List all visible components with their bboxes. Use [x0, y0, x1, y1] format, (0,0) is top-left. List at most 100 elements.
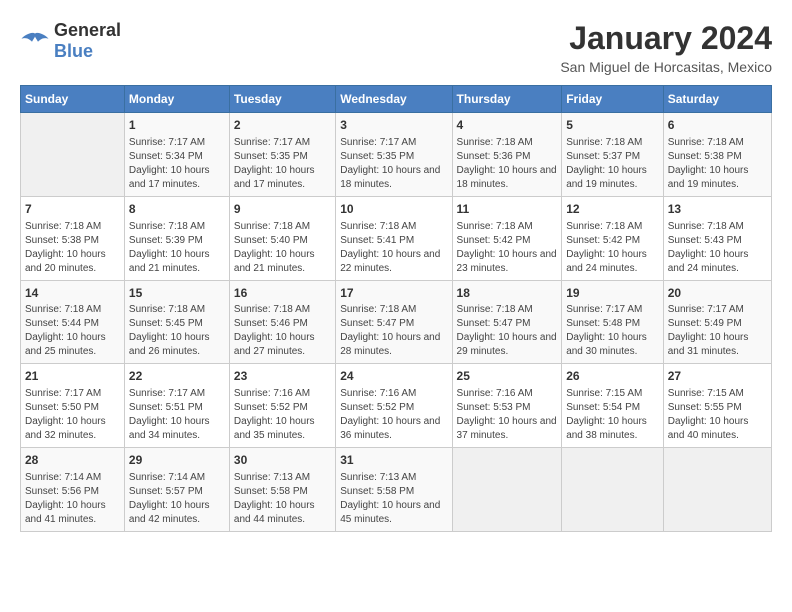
- calendar-cell: [663, 448, 771, 532]
- cell-info: Sunrise: 7:18 AMSunset: 5:38 PMDaylight:…: [668, 136, 767, 192]
- cell-info: Sunrise: 7:14 AMSunset: 5:56 PMDaylight:…: [25, 471, 120, 527]
- day-number: 31: [340, 452, 447, 469]
- cell-info: Sunrise: 7:15 AMSunset: 5:54 PMDaylight:…: [566, 387, 659, 443]
- day-number: 3: [340, 117, 447, 134]
- week-row-1: 1 Sunrise: 7:17 AMSunset: 5:34 PMDaylight…: [21, 113, 772, 197]
- calendar-header-row: SundayMondayTuesdayWednesdayThursdayFrid…: [21, 86, 772, 113]
- calendar-cell: 17Sunrise: 7:18 AMSunset: 5:47 PMDayligh…: [336, 280, 452, 364]
- day-number: 27: [668, 368, 767, 385]
- day-number: 9: [234, 201, 331, 218]
- cell-info: Sunrise: 7:17 AMSunset: 5:48 PMDaylight:…: [566, 303, 659, 359]
- calendar-cell: 13 Sunrise: 7:18 AMSunset: 5:43 PMDayligh…: [663, 196, 771, 280]
- day-header-monday: Monday: [124, 86, 229, 113]
- calendar-cell: 23Sunrise: 7:16 AMSunset: 5:52 PMDayligh…: [229, 364, 335, 448]
- cell-info: Sunrise: 7:17 AMSunset: 5:35 PMDaylight:…: [340, 136, 447, 192]
- cell-info: Sunrise: 7:15 AMSunset: 5:55 PMDaylight:…: [668, 387, 767, 443]
- day-number: 18: [457, 285, 558, 302]
- calendar-cell: 8 Sunrise: 7:18 AMSunset: 5:39 PMDaylight…: [124, 196, 229, 280]
- cell-info: Sunrise: 7:18 AMSunset: 5:43 PMDaylight:…: [668, 220, 767, 276]
- day-header-tuesday: Tuesday: [229, 86, 335, 113]
- week-row-4: 21 Sunrise: 7:17 AMSunset: 5:50 PMDayligh…: [21, 364, 772, 448]
- day-number: 2: [234, 117, 331, 134]
- title-block: January 2024 San Miguel de Horcasitas, M…: [560, 20, 772, 75]
- cell-info: Sunrise: 7:13 AMSunset: 5:58 PMDaylight:…: [234, 471, 331, 527]
- logo-text: General Blue: [54, 20, 121, 62]
- day-number: 28: [25, 452, 120, 469]
- calendar-cell: 6 Sunrise: 7:18 AMSunset: 5:38 PMDaylight…: [663, 113, 771, 197]
- cell-info: Sunrise: 7:16 AMSunset: 5:53 PMDaylight:…: [457, 387, 558, 443]
- location: San Miguel de Horcasitas, Mexico: [560, 59, 772, 75]
- calendar-cell: 20Sunrise: 7:17 AMSunset: 5:49 PMDayligh…: [663, 280, 771, 364]
- day-number: 10: [340, 201, 447, 218]
- calendar-cell: 2Sunrise: 7:17 AMSunset: 5:35 PMDaylight…: [229, 113, 335, 197]
- day-number: 24: [340, 368, 447, 385]
- calendar-cell: [562, 448, 664, 532]
- week-row-3: 14Sunrise: 7:18 AMSunset: 5:44 PMDayligh…: [21, 280, 772, 364]
- day-number: 19: [566, 285, 659, 302]
- day-number: 30: [234, 452, 331, 469]
- calendar-cell: 31 Sunrise: 7:13 AMSunset: 5:58 PMDayligh…: [336, 448, 452, 532]
- cell-info: Sunrise: 7:17 AMSunset: 5:51 PMDaylight:…: [129, 387, 225, 443]
- calendar-cell: 25 Sunrise: 7:16 AMSunset: 5:53 PMDayligh…: [452, 364, 562, 448]
- cell-info: Sunrise: 7:18 AMSunset: 5:40 PMDaylight:…: [234, 220, 331, 276]
- cell-info: Sunrise: 7:18 AMSunset: 5:38 PMDaylight:…: [25, 220, 120, 276]
- cell-info: Sunrise: 7:17 AMSunset: 5:34 PMDaylight:…: [129, 136, 225, 192]
- calendar-cell: 18Sunrise: 7:18 AMSunset: 5:47 PMDayligh…: [452, 280, 562, 364]
- cell-info: Sunrise: 7:18 AMSunset: 5:47 PMDaylight:…: [340, 303, 447, 359]
- calendar-cell: 1 Sunrise: 7:17 AMSunset: 5:34 PMDaylight…: [124, 113, 229, 197]
- cell-info: Sunrise: 7:18 AMSunset: 5:47 PMDaylight:…: [457, 303, 558, 359]
- week-row-5: 28 Sunrise: 7:14 AMSunset: 5:56 PMDayligh…: [21, 448, 772, 532]
- calendar-cell: 7 Sunrise: 7:18 AMSunset: 5:38 PMDaylight…: [21, 196, 125, 280]
- day-number: 13: [668, 201, 767, 218]
- day-header-sunday: Sunday: [21, 86, 125, 113]
- calendar-cell: 10Sunrise: 7:18 AMSunset: 5:41 PMDayligh…: [336, 196, 452, 280]
- day-number: 1: [129, 117, 225, 134]
- day-number: 6: [668, 117, 767, 134]
- day-number: 26: [566, 368, 659, 385]
- cell-info: Sunrise: 7:16 AMSunset: 5:52 PMDaylight:…: [234, 387, 331, 443]
- cell-info: Sunrise: 7:17 AMSunset: 5:50 PMDaylight:…: [25, 387, 120, 443]
- cell-info: Sunrise: 7:14 AMSunset: 5:57 PMDaylight:…: [129, 471, 225, 527]
- calendar-cell: 30 Sunrise: 7:13 AMSunset: 5:58 PMDayligh…: [229, 448, 335, 532]
- cell-info: Sunrise: 7:18 AMSunset: 5:42 PMDaylight:…: [566, 220, 659, 276]
- cell-info: Sunrise: 7:16 AMSunset: 5:52 PMDaylight:…: [340, 387, 447, 443]
- logo-bird-icon: [20, 29, 50, 53]
- day-number: 11: [457, 201, 558, 218]
- day-number: 14: [25, 285, 120, 302]
- calendar-cell: 12 Sunrise: 7:18 AMSunset: 5:42 PMDayligh…: [562, 196, 664, 280]
- calendar-cell: 29 Sunrise: 7:14 AMSunset: 5:57 PMDayligh…: [124, 448, 229, 532]
- calendar-cell: 15Sunrise: 7:18 AMSunset: 5:45 PMDayligh…: [124, 280, 229, 364]
- cell-info: Sunrise: 7:13 AMSunset: 5:58 PMDaylight:…: [340, 471, 447, 527]
- cell-info: Sunrise: 7:18 AMSunset: 5:45 PMDaylight:…: [129, 303, 225, 359]
- day-number: 29: [129, 452, 225, 469]
- day-header-thursday: Thursday: [452, 86, 562, 113]
- cell-info: Sunrise: 7:18 AMSunset: 5:46 PMDaylight:…: [234, 303, 331, 359]
- day-number: 17: [340, 285, 447, 302]
- cell-info: Sunrise: 7:18 AMSunset: 5:42 PMDaylight:…: [457, 220, 558, 276]
- month-title: January 2024: [560, 20, 772, 57]
- calendar-cell: 16Sunrise: 7:18 AMSunset: 5:46 PMDayligh…: [229, 280, 335, 364]
- day-number: 25: [457, 368, 558, 385]
- week-row-2: 7 Sunrise: 7:18 AMSunset: 5:38 PMDaylight…: [21, 196, 772, 280]
- calendar-cell: 19Sunrise: 7:17 AMSunset: 5:48 PMDayligh…: [562, 280, 664, 364]
- day-number: 21: [25, 368, 120, 385]
- day-header-friday: Friday: [562, 86, 664, 113]
- calendar-cell: 22Sunrise: 7:17 AMSunset: 5:51 PMDayligh…: [124, 364, 229, 448]
- calendar-cell: 9 Sunrise: 7:18 AMSunset: 5:40 PMDaylight…: [229, 196, 335, 280]
- calendar-cell: 3 Sunrise: 7:17 AMSunset: 5:35 PMDaylight…: [336, 113, 452, 197]
- day-number: 7: [25, 201, 120, 218]
- calendar-table: SundayMondayTuesdayWednesdayThursdayFrid…: [20, 85, 772, 532]
- page-header: General Blue January 2024 San Miguel de …: [20, 20, 772, 75]
- cell-info: Sunrise: 7:18 AMSunset: 5:39 PMDaylight:…: [129, 220, 225, 276]
- calendar-cell: 21 Sunrise: 7:17 AMSunset: 5:50 PMDayligh…: [21, 364, 125, 448]
- cell-info: Sunrise: 7:18 AMSunset: 5:36 PMDaylight:…: [457, 136, 558, 192]
- calendar-cell: 5Sunrise: 7:18 AMSunset: 5:37 PMDaylight…: [562, 113, 664, 197]
- day-number: 16: [234, 285, 331, 302]
- logo: General Blue: [20, 20, 121, 62]
- calendar-cell: 11 Sunrise: 7:18 AMSunset: 5:42 PMDayligh…: [452, 196, 562, 280]
- day-header-saturday: Saturday: [663, 86, 771, 113]
- cell-info: Sunrise: 7:17 AMSunset: 5:49 PMDaylight:…: [668, 303, 767, 359]
- day-number: 8: [129, 201, 225, 218]
- calendar-cell: 28 Sunrise: 7:14 AMSunset: 5:56 PMDayligh…: [21, 448, 125, 532]
- day-number: 12: [566, 201, 659, 218]
